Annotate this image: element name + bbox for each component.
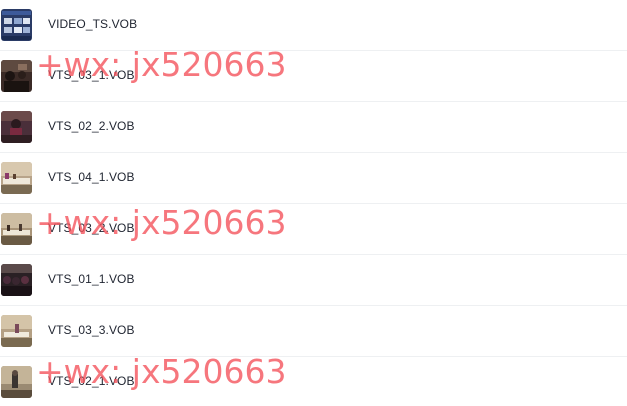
file-row[interactable]: VTS_03_2.VOB [0, 204, 627, 255]
video-thumbnail-icon [1, 162, 32, 194]
file-row[interactable]: VTS_02_2.VOB [0, 102, 627, 153]
file-name: VTS_03_1.VOB [48, 68, 135, 82]
video-thumbnail-icon [1, 213, 32, 245]
file-name: VTS_03_3.VOB [48, 323, 135, 337]
file-row[interactable]: VTS_02_1.VOB [0, 357, 627, 406]
file-row[interactable]: VTS_03_1.VOB [0, 51, 627, 102]
video-thumbnail-icon [1, 315, 32, 347]
file-row[interactable]: VTS_03_3.VOB [0, 306, 627, 357]
file-list: VIDEO_TS.VOB VTS_03_1.VOB VTS_02_2.VOB V… [0, 0, 627, 406]
file-row[interactable]: VTS_01_1.VOB [0, 255, 627, 306]
file-name: VTS_01_1.VOB [48, 272, 135, 286]
file-row[interactable]: VTS_04_1.VOB [0, 153, 627, 204]
file-name: VTS_03_2.VOB [48, 221, 135, 235]
video-thumbnail-icon [1, 366, 32, 398]
file-name: VIDEO_TS.VOB [48, 17, 138, 31]
file-name: VTS_02_1.VOB [48, 374, 135, 388]
file-name: VTS_02_2.VOB [48, 119, 135, 133]
file-row[interactable]: VIDEO_TS.VOB [0, 0, 627, 51]
file-name: VTS_04_1.VOB [48, 170, 135, 184]
video-thumbnail-icon [1, 264, 32, 296]
dvd-menu-thumbnail-icon [1, 9, 32, 41]
video-thumbnail-icon [1, 111, 32, 143]
video-thumbnail-icon [1, 60, 32, 92]
